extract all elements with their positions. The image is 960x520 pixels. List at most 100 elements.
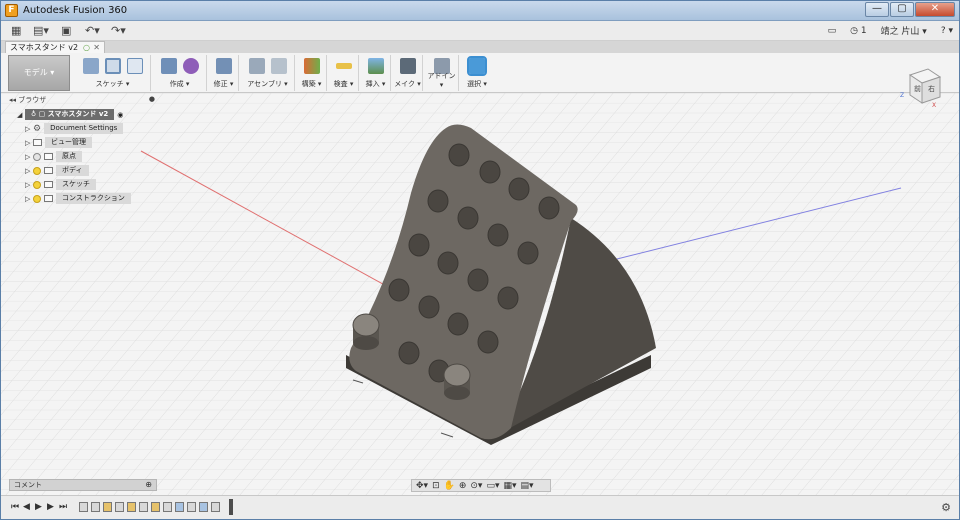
ribbon-group-assemble[interactable]: アセンブリ ▾ — [241, 55, 295, 91]
expand-arrow-icon[interactable]: ▷ — [25, 181, 33, 189]
tree-item-label: 原点 — [56, 151, 82, 162]
comments-label: コメント — [14, 481, 42, 489]
select-icon[interactable] — [467, 56, 487, 76]
notification-icon[interactable]: ▭ — [828, 26, 837, 36]
tree-item-document-settings[interactable]: ▷ ⚙ Document Settings — [25, 123, 124, 134]
insert-image-icon[interactable] — [367, 58, 384, 74]
timeline-feature[interactable] — [115, 502, 124, 512]
measure-icon[interactable] — [335, 63, 352, 69]
expand-arrow-icon[interactable]: ▷ — [25, 195, 33, 203]
fit-icon[interactable]: ⊙▾ — [470, 481, 482, 491]
user-menu[interactable]: 靖之 片山 ▾ — [881, 24, 927, 37]
viewport-canvas[interactable] — [1, 93, 959, 495]
axis-x-label: X — [932, 102, 936, 109]
timeline-feature[interactable] — [91, 502, 100, 512]
go-to-start-icon[interactable]: ⏮ — [11, 502, 19, 512]
browser-collapse-icon[interactable]: ◂◂ — [9, 96, 16, 104]
3d-print-icon[interactable] — [399, 58, 416, 74]
display-settings-icon[interactable]: ▭▾ — [486, 481, 499, 491]
viewports-icon[interactable]: ▤▾ — [521, 481, 534, 491]
redo-icon[interactable]: ↷▾ — [111, 24, 126, 38]
undo-icon[interactable]: ↶▾ — [85, 24, 100, 38]
ribbon-label-assemble: アセンブリ ▾ — [247, 80, 288, 88]
view-cube[interactable]: 前 右 Z X — [898, 63, 944, 109]
joint-icon[interactable] — [270, 58, 287, 74]
ribbon-group-create[interactable]: 作成 ▾ — [153, 55, 207, 91]
ribbon-group-make[interactable]: メイク ▾ — [393, 55, 423, 91]
create-sketch-icon[interactable] — [82, 58, 99, 74]
ribbon-group-insert[interactable]: 挿入 ▾ — [361, 55, 391, 91]
ribbon-group-construct[interactable]: 構築 ▾ — [297, 55, 327, 91]
ribbon-group-addins[interactable]: アドイン ▾ — [425, 55, 459, 91]
extrude-icon[interactable] — [160, 58, 177, 74]
timeline-feature[interactable] — [199, 502, 208, 512]
save-icon[interactable]: ▣ — [61, 24, 71, 38]
tree-root-component[interactable]: ◢ ♁ ▢ スマホスタンド v2 ◉ — [17, 109, 123, 120]
help-menu[interactable]: ? ▾ — [941, 26, 953, 36]
workspace-switcher[interactable]: モデル ▾ — [8, 55, 70, 91]
grid-settings-icon[interactable]: ▦▾ — [503, 481, 516, 491]
timeline: ⏮ ◀ ▶ ▶ ⏭ ⚙ — [1, 495, 959, 519]
document-tab[interactable]: スマホスタンド v2 ○ ✕ — [5, 41, 105, 53]
timeline-feature[interactable] — [151, 502, 160, 512]
rectangle-icon[interactable] — [126, 58, 143, 74]
minimize-button[interactable]: — — [865, 2, 889, 17]
ribbon-group-sketch[interactable]: スケッチ ▾ — [75, 55, 151, 91]
job-status[interactable]: ◷ 1 — [850, 26, 866, 36]
line-icon[interactable] — [104, 58, 121, 74]
timeline-feature[interactable] — [79, 502, 88, 512]
go-to-end-icon[interactable]: ⏭ — [59, 502, 67, 512]
timeline-feature[interactable] — [127, 502, 136, 512]
timeline-settings-gear-icon[interactable]: ⚙ — [941, 501, 951, 514]
tree-item-bodies[interactable]: ▷ ボディ — [25, 165, 89, 176]
sphere-icon[interactable] — [182, 58, 199, 74]
expand-arrow-icon[interactable]: ▷ — [25, 167, 33, 175]
zoom-icon[interactable]: ⊕ — [459, 481, 467, 491]
close-tab-icon[interactable]: ✕ — [93, 42, 100, 53]
new-component-icon[interactable] — [248, 58, 265, 74]
press-pull-icon[interactable] — [215, 58, 232, 74]
activate-radio-icon[interactable]: ◉ — [117, 111, 123, 119]
expand-arrow-icon[interactable]: ▷ — [25, 153, 33, 161]
ribbon-group-inspect[interactable]: 検査 ▾ — [329, 55, 359, 91]
timeline-marker[interactable] — [229, 499, 233, 515]
browser-pin-icon[interactable]: ● — [149, 95, 155, 103]
tree-item-named-views[interactable]: ▷ ビュー管理 — [25, 137, 92, 148]
timeline-feature[interactable] — [187, 502, 196, 512]
file-icon[interactable]: ▤▾ — [33, 24, 49, 38]
expand-arrow-icon[interactable]: ▷ — [25, 139, 33, 147]
ribbon-group-select[interactable]: 選択 ▾ — [461, 55, 493, 91]
add-comment-icon[interactable]: ⊕ — [145, 480, 152, 490]
tree-item-label: ボディ — [56, 165, 89, 176]
tree-item-construction[interactable]: ▷ コンストラクション — [25, 193, 131, 204]
pan-icon[interactable]: ✋ — [444, 481, 455, 491]
comments-panel[interactable]: コメント ⊕ — [9, 479, 157, 491]
timeline-feature[interactable] — [139, 502, 148, 512]
visibility-bulb-off-icon[interactable] — [33, 152, 41, 161]
3d-viewport[interactable] — [1, 93, 959, 495]
ribbon-group-modify[interactable]: 修正 ▾ — [209, 55, 239, 91]
expand-arrow-icon[interactable]: ▷ — [25, 125, 33, 133]
step-forward-icon[interactable]: ▶ — [47, 502, 54, 512]
visibility-bulb-icon[interactable] — [33, 180, 41, 189]
timeline-feature[interactable] — [211, 502, 220, 512]
tree-item-origin[interactable]: ▷ 原点 — [25, 151, 82, 162]
timeline-feature[interactable] — [163, 502, 172, 512]
tree-item-sketches[interactable]: ▷ スケッチ — [25, 179, 96, 190]
ribbon-label-create: 作成 ▾ — [169, 80, 190, 88]
folder-icon — [44, 153, 53, 160]
orbit-icon[interactable]: ✥▾ — [416, 481, 428, 491]
timeline-feature[interactable] — [175, 502, 184, 512]
maximize-button[interactable]: ▢ — [890, 2, 914, 17]
step-back-icon[interactable]: ◀ — [23, 502, 30, 512]
timeline-feature[interactable] — [103, 502, 112, 512]
visibility-bulb-icon[interactable] — [33, 194, 41, 203]
visibility-bulb-icon[interactable] — [33, 166, 41, 175]
play-icon[interactable]: ▶ — [35, 502, 42, 512]
look-at-icon[interactable]: ⊡ — [432, 481, 440, 491]
offset-plane-icon[interactable] — [303, 58, 320, 74]
close-button[interactable]: ✕ — [915, 2, 955, 17]
apps-grid-icon[interactable]: ▦ — [11, 24, 21, 38]
tree-item-label: コンストラクション — [56, 193, 131, 204]
expand-arrow-icon[interactable]: ◢ — [17, 111, 25, 119]
